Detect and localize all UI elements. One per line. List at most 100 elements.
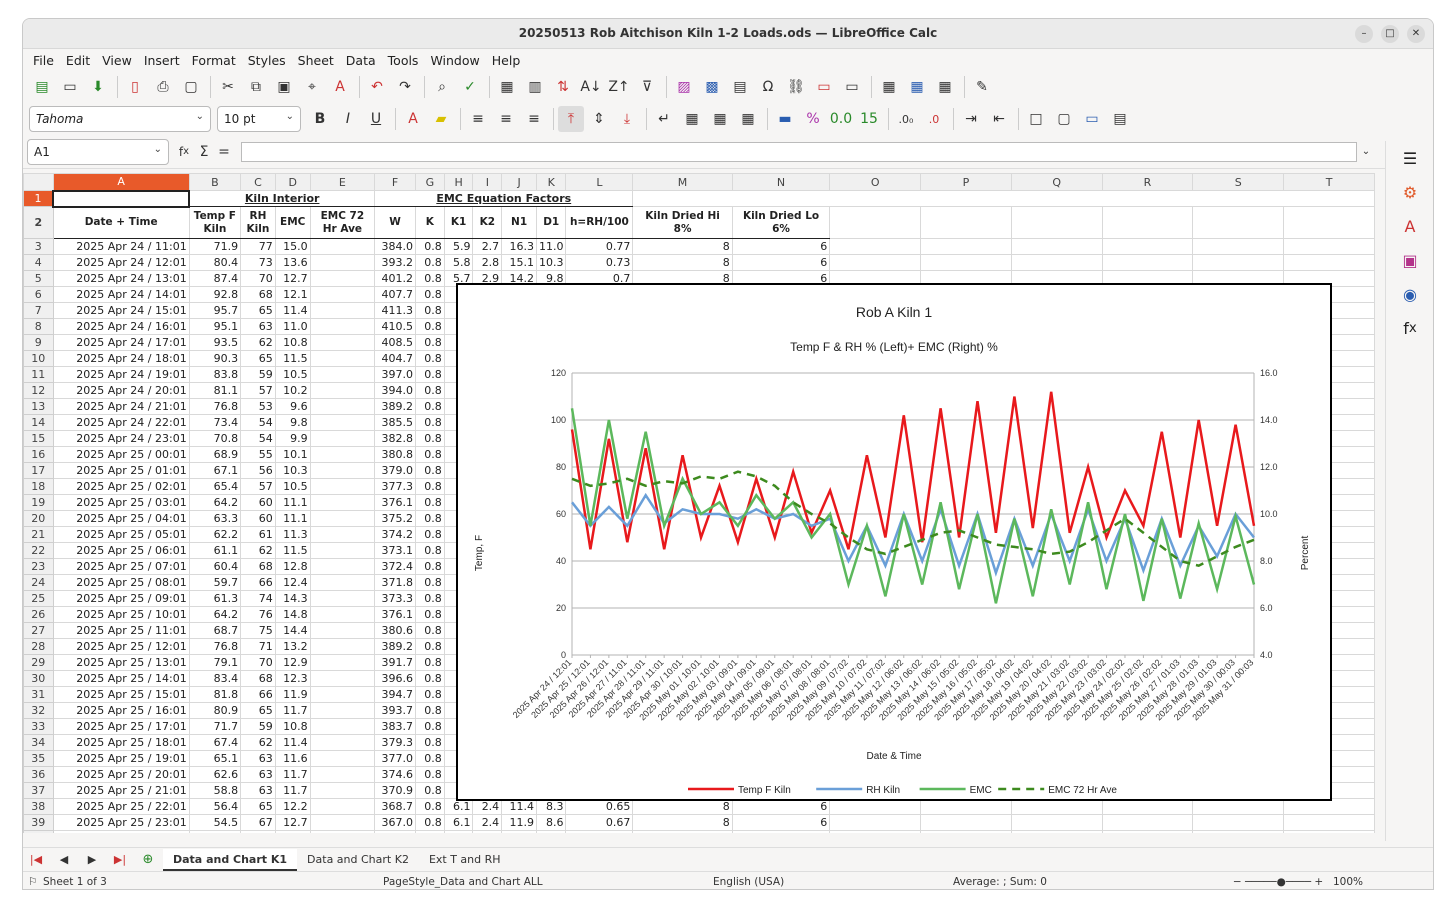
cell[interactable]: 377.3 [374,478,416,495]
cell[interactable]: 68 [240,558,276,575]
menu-window[interactable]: Window [424,53,485,68]
cell[interactable]: 11.4 [274,734,311,751]
export-pdf-icon[interactable]: ▯ [122,74,148,100]
cell[interactable]: 52.8 [188,830,242,833]
column-header[interactable]: F [374,173,416,191]
cell[interactable]: 0.8 [414,270,445,287]
cell[interactable]: 374.2 [374,526,416,543]
empty-cell[interactable] [1010,238,1103,255]
cell[interactable]: 10.3 [535,254,567,271]
percent-format-icon[interactable]: % [800,106,826,132]
cell[interactable]: 15.1 [501,254,537,271]
cell[interactable]: 63 [240,750,276,767]
comment-icon[interactable]: ▭ [811,74,837,100]
borders-icon[interactable]: □ [1023,106,1049,132]
cell[interactable]: 14.3 [274,590,311,607]
cell[interactable]: 59.7 [188,574,242,591]
cell[interactable]: 385.5 [374,414,416,431]
functions-icon[interactable]: fx [1386,311,1433,345]
menu-file[interactable]: File [27,53,60,68]
cell[interactable]: 2.7 [472,238,503,255]
cell[interactable]: 11.9 [274,686,311,703]
cell[interactable]: 0.8 [414,638,445,655]
kiln-interior-heading[interactable]: Kiln Interior [188,190,376,207]
cell[interactable]: 2025 Apr 25 / 22:01 [52,798,190,815]
sort-ascending-icon[interactable]: A↓ [578,74,604,100]
row-header[interactable]: 34 [23,734,54,751]
empty-cell[interactable] [920,830,1012,833]
delete-decimal-icon[interactable]: .0 [921,106,947,132]
split-window-icon[interactable]: ▦ [932,74,958,100]
cell[interactable]: 60 [240,510,276,527]
cell[interactable]: 379.3 [374,734,416,751]
cell[interactable]: 6 [731,814,831,831]
cell[interactable]: 401.2 [374,270,416,287]
cell[interactable]: 0.8 [414,286,445,303]
cell[interactable]: 6.1 [443,814,474,831]
highlight-icon[interactable]: ▰ [428,106,454,132]
bold-icon[interactable]: B [307,106,333,132]
row-header[interactable]: 26 [23,606,54,623]
cell[interactable]: 11.7 [274,782,311,799]
cell[interactable]: 2.3 [472,830,503,833]
cell[interactable]: 2025 Apr 25 / 12:01 [52,638,190,655]
empty-cell[interactable] [1101,206,1194,239]
cell[interactable]: 0.69 [565,830,634,833]
row-header[interactable]: 30 [23,670,54,687]
column-header[interactable]: E [309,173,376,191]
page-style[interactable]: PageStyle_Data and Chart ALL [383,876,713,888]
cell[interactable] [309,510,376,527]
cell[interactable] [309,558,376,575]
clone-formatting-icon[interactable]: ⌖ [299,74,325,100]
cell[interactable]: 2.4 [472,814,503,831]
row-header[interactable]: 7 [23,302,54,319]
empty-cell[interactable] [829,238,922,255]
cell[interactable]: 0.8 [414,542,445,559]
cell[interactable]: 2025 Apr 25 / 23:01 [52,814,190,831]
row-header[interactable]: 2 [23,206,54,239]
cell[interactable]: 12.8 [274,558,311,575]
cell[interactable] [309,542,376,559]
cell[interactable]: 75 [240,622,276,639]
cell[interactable]: 87.4 [188,270,242,287]
cell[interactable]: 389.2 [374,638,416,655]
cell[interactable]: 2025 Apr 24 / 15:01 [52,302,190,319]
first-sheet-icon[interactable]: |◀ [23,847,49,873]
cell[interactable]: 384.0 [374,238,416,255]
row-header[interactable]: 4 [23,254,54,271]
font-size-combo[interactable]: 10 pt ⌄ [217,106,301,132]
cell[interactable]: 10.1 [274,446,311,463]
chart-object[interactable]: Rob A Kiln 1 Temp F & RH % (Left)+ EMC (… [456,283,1332,801]
cell[interactable]: 0.8 [414,830,445,833]
column-header[interactable]: L [565,173,634,191]
empty-cell[interactable] [1192,254,1285,271]
cell[interactable]: 380.8 [374,446,416,463]
cell[interactable] [309,686,376,703]
cell[interactable] [309,670,376,687]
empty-cells[interactable] [632,190,1375,207]
cell[interactable] [309,350,376,367]
cell[interactable]: 0.8 [414,574,445,591]
cell[interactable]: 14.8 [274,606,311,623]
cell[interactable]: 65 [240,302,276,319]
cell[interactable]: 2025 Apr 24 / 23:01 [52,430,190,447]
font-name-combo[interactable]: Tahoma ⌄ [29,106,211,132]
cell[interactable]: 393.7 [374,702,416,719]
cell[interactable]: 65 [240,798,276,815]
column-header[interactable]: K [535,173,567,191]
cell[interactable]: 8.9 [535,830,567,833]
cell[interactable] [309,574,376,591]
cell[interactable]: 0.8 [414,654,445,671]
cell[interactable]: 58.8 [188,782,242,799]
cell[interactable]: 0.8 [414,750,445,767]
border-style-icon[interactable]: ▢ [1051,106,1077,132]
hyperlink-icon[interactable]: ⛓ [783,74,809,100]
cell[interactable] [309,734,376,751]
column-header[interactable]: B [188,173,242,191]
cell[interactable]: 376.1 [374,606,416,623]
cell[interactable]: 62 [240,542,276,559]
row-header[interactable]: 16 [23,446,54,463]
print-preview-icon[interactable]: ▢ [178,74,204,100]
row-header[interactable]: 5 [23,270,54,287]
cell-a1[interactable] [52,189,191,208]
